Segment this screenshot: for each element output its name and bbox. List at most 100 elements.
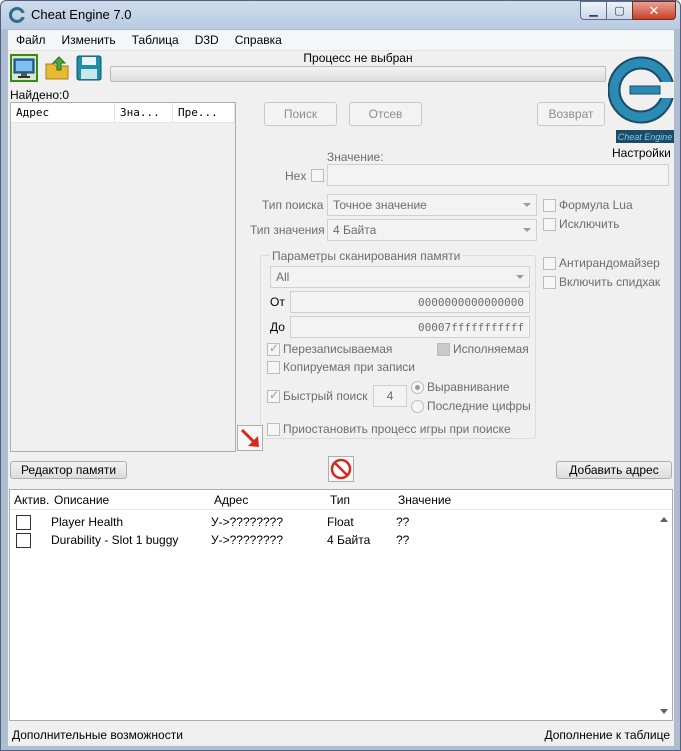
executable-checkbox[interactable] xyxy=(437,343,450,356)
memory-scan-options-title: Параметры сканирования памяти xyxy=(270,249,463,263)
open-file-button[interactable] xyxy=(44,54,72,82)
window-title: Cheat Engine 7.0 xyxy=(31,7,132,22)
row-description: Player Health xyxy=(51,515,124,529)
close-icon: ✕ xyxy=(648,2,660,18)
row-value: ?? xyxy=(396,515,410,529)
column-address[interactable]: Адрес xyxy=(214,493,248,507)
value-type-value: 4 Байта xyxy=(333,223,377,237)
last-digits-label: Последние цифры xyxy=(427,399,531,413)
advanced-options-link[interactable]: Дополнительные возможности xyxy=(12,728,183,742)
open-folder-icon xyxy=(45,56,69,80)
column-value[interactable]: Зна... xyxy=(115,103,173,122)
hex-label: Hex xyxy=(285,169,307,183)
scroll-down-icon[interactable] xyxy=(660,709,668,714)
stop-scan-button[interactable] xyxy=(328,456,354,482)
exclude-label: Исключить xyxy=(559,217,620,231)
chevron-down-icon xyxy=(516,275,524,279)
scroll-up-icon[interactable] xyxy=(660,517,668,522)
found-addresses-list[interactable]: Адрес Зна... Пре... xyxy=(10,102,236,452)
value-type-label: Тип значения xyxy=(250,223,325,237)
alignment-label: Выравнивание xyxy=(427,380,510,394)
settings-label[interactable]: Настройки xyxy=(612,146,671,160)
column-active[interactable]: Актив. xyxy=(14,493,49,507)
exclude-checkbox[interactable] xyxy=(543,218,556,231)
row-value: ?? xyxy=(396,533,410,547)
menu-help[interactable]: Справка xyxy=(227,30,290,50)
stop-sign-icon xyxy=(330,458,352,480)
row-address: У->???????? xyxy=(211,533,284,547)
column-address[interactable]: Адрес xyxy=(11,103,115,122)
lua-formula-label: Формула Lua xyxy=(559,198,633,212)
add-address-manually-button[interactable]: Добавить адрес xyxy=(556,461,672,479)
value-label: Значение: xyxy=(327,150,384,164)
copy-on-write-checkbox[interactable] xyxy=(267,361,280,374)
hex-checkbox[interactable] xyxy=(311,169,324,182)
close-button[interactable]: ✕ xyxy=(632,1,676,20)
menu-bar: Файл Изменить Таблица D3D Справка xyxy=(8,30,674,51)
memory-region-select[interactable]: All xyxy=(270,266,530,288)
column-description[interactable]: Описание xyxy=(54,493,109,507)
active-checkbox[interactable] xyxy=(16,515,31,530)
table-row[interactable]: Player Health У->???????? Float ?? xyxy=(10,513,660,531)
value-input[interactable] xyxy=(327,164,669,186)
row-address: У->???????? xyxy=(211,515,284,529)
column-value[interactable]: Значение xyxy=(398,493,451,507)
undo-scan-button[interactable]: Возврат xyxy=(537,102,605,126)
writable-label: Перезаписываемая xyxy=(283,342,393,356)
fast-scan-label: Быстрый поиск xyxy=(283,389,368,403)
to-label: До xyxy=(270,320,285,334)
unrandomizer-label: Антирандомайзер xyxy=(559,256,660,270)
pause-game-checkbox[interactable] xyxy=(267,423,280,436)
active-checkbox[interactable] xyxy=(16,533,31,548)
start-address-input[interactable]: 0000000000000000 xyxy=(290,291,530,313)
stop-address-input[interactable]: 00007fffffffffff xyxy=(290,316,530,338)
cheat-engine-window: Cheat Engine 7.0 ▁ ▢ ✕ Файл Изменить Таб… xyxy=(0,0,681,751)
select-process-button[interactable] xyxy=(10,54,38,82)
table-row[interactable]: Durability - Slot 1 buggy У->???????? 4 … xyxy=(10,531,660,549)
row-type: 4 Байта xyxy=(327,533,371,547)
column-type[interactable]: Тип xyxy=(330,493,350,507)
logo-text: Cheat Engine xyxy=(618,132,673,142)
maximize-icon: ▢ xyxy=(614,5,625,17)
minimize-icon: ▁ xyxy=(589,5,598,17)
maximize-button[interactable]: ▢ xyxy=(606,1,632,20)
speedhack-checkbox[interactable] xyxy=(543,276,556,289)
menu-edit[interactable]: Изменить xyxy=(54,30,124,50)
column-previous[interactable]: Пре... xyxy=(173,103,235,122)
vertical-scrollbar[interactable] xyxy=(657,511,672,720)
fast-scan-checkbox[interactable] xyxy=(267,388,280,403)
chevron-down-icon xyxy=(523,228,531,232)
next-scan-button[interactable]: Отсев xyxy=(349,102,422,126)
writable-checkbox[interactable] xyxy=(267,341,280,356)
window-controls: ▁ ▢ ✕ xyxy=(580,1,676,21)
cheat-engine-app-icon xyxy=(9,7,25,23)
menu-table[interactable]: Таблица xyxy=(124,30,187,50)
found-count-label: Найдено:0 xyxy=(10,88,70,102)
minimize-button[interactable]: ▁ xyxy=(580,1,606,20)
from-label: От xyxy=(270,295,285,309)
save-file-button[interactable] xyxy=(75,54,103,82)
lua-formula-checkbox[interactable] xyxy=(543,199,556,212)
copy-on-write-label: Копируемая при записи xyxy=(283,360,415,374)
floppy-disk-icon xyxy=(76,55,102,81)
table-extras-link[interactable]: Дополнение к таблице xyxy=(544,728,670,742)
menu-file[interactable]: Файл xyxy=(8,30,54,50)
value-type-select[interactable]: 4 Байта xyxy=(327,219,537,241)
unrandomizer-checkbox[interactable] xyxy=(543,257,556,270)
pause-game-label: Приостановить процесс игры при поиске xyxy=(283,422,511,436)
cheat-table[interactable]: Актив. Описание Адрес Тип Значение Playe… xyxy=(9,489,673,721)
cheat-engine-logo[interactable]: Cheat Engine xyxy=(607,50,677,146)
last-digits-radio[interactable] xyxy=(411,400,424,413)
fast-scan-alignment-input[interactable]: 4 xyxy=(373,385,407,407)
process-label: Процесс не выбран xyxy=(303,51,413,65)
first-scan-button[interactable]: Поиск xyxy=(264,102,337,126)
scan-progress-bar xyxy=(110,66,606,82)
cheat-engine-logo-icon: Cheat Engine xyxy=(607,56,677,143)
memory-view-button[interactable]: Редактор памяти xyxy=(10,461,127,479)
menu-d3d[interactable]: D3D xyxy=(187,30,227,50)
scan-type-select[interactable]: Точное значение xyxy=(327,194,537,216)
title-bar[interactable]: Cheat Engine 7.0 ▁ ▢ ✕ xyxy=(1,1,680,29)
add-to-table-button[interactable] xyxy=(237,425,263,451)
row-description: Durability - Slot 1 buggy xyxy=(51,533,179,547)
alignment-radio[interactable] xyxy=(411,381,424,394)
